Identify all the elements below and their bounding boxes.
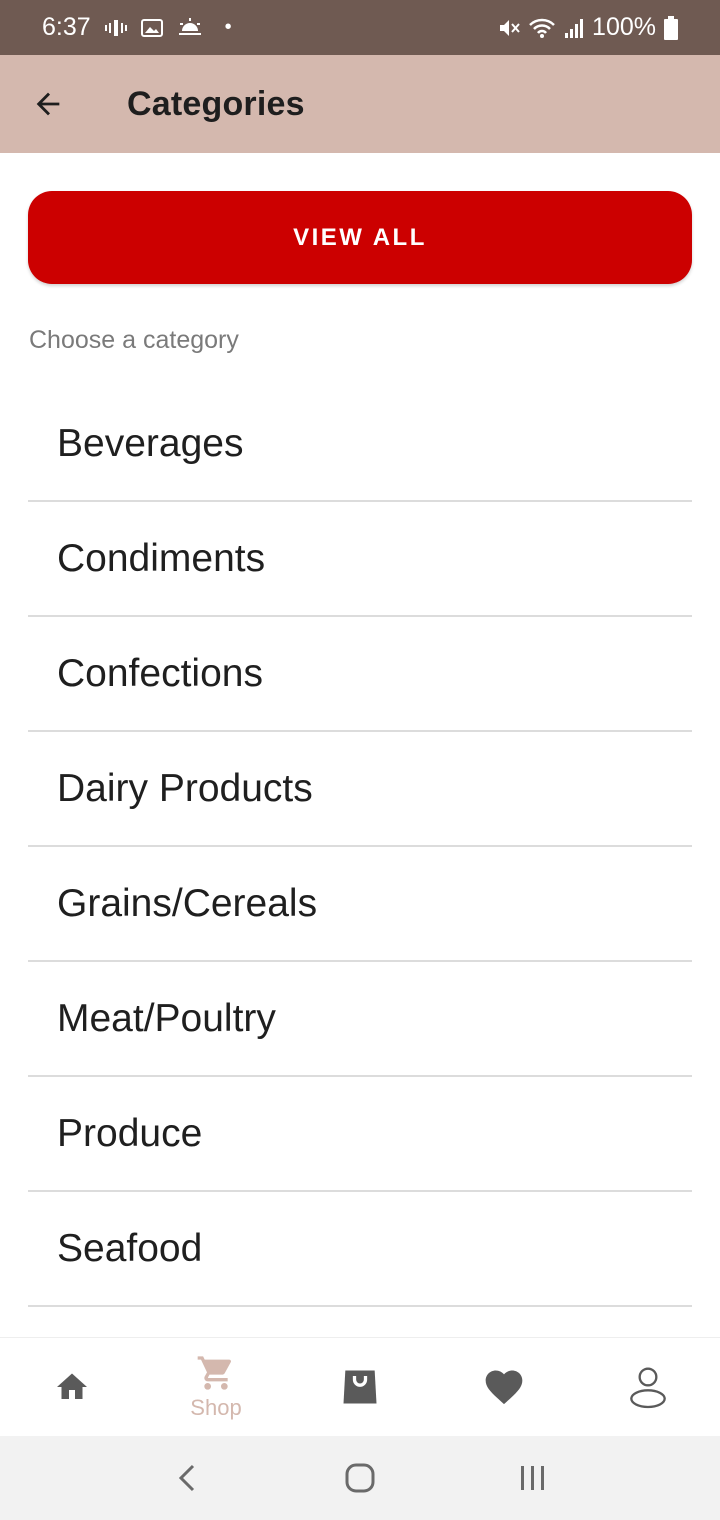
bottom-nav: Shop <box>0 1337 720 1436</box>
wifi-icon <box>528 17 556 39</box>
recents-icon <box>521 1466 545 1490</box>
nav-bag[interactable] <box>288 1338 432 1436</box>
nav-profile[interactable] <box>576 1338 720 1436</box>
system-home-button[interactable] <box>320 1448 400 1508</box>
category-item-grains-cereals[interactable]: Grains/Cereals <box>28 847 692 962</box>
home-circle-icon <box>345 1463 375 1493</box>
signal-icon <box>564 17 584 39</box>
status-time: 6:37 <box>42 13 91 41</box>
weather-icon <box>177 17 203 38</box>
chevron-left-icon <box>178 1464 194 1492</box>
cart-icon <box>197 1356 232 1390</box>
gallery-icon <box>140 18 163 38</box>
category-item-produce[interactable]: Produce <box>28 1077 692 1192</box>
app-bar: Categories <box>0 55 720 153</box>
vibration-icon <box>104 18 127 38</box>
view-all-button[interactable]: VIEW ALL <box>28 191 692 284</box>
nav-shop-label: Shop <box>190 1395 242 1420</box>
system-nav-bar <box>0 1436 720 1520</box>
notification-dot-icon: • <box>224 16 232 38</box>
page-title: Categories <box>127 84 305 123</box>
nav-favorites[interactable] <box>432 1338 576 1436</box>
back-button[interactable] <box>13 69 83 139</box>
category-item-beverages[interactable]: Beverages <box>28 387 692 502</box>
choose-category-label: Choose a category <box>29 326 239 354</box>
arrow-left-icon <box>36 92 60 116</box>
category-item-meat-poultry[interactable]: Meat/Poultry <box>28 962 692 1077</box>
category-list: Beverages Condiments Confections Dairy P… <box>28 387 692 1307</box>
system-back-button[interactable] <box>147 1448 227 1508</box>
category-item-confections[interactable]: Confections <box>28 617 692 732</box>
category-item-dairy-products[interactable]: Dairy Products <box>28 732 692 847</box>
user-icon <box>630 1367 666 1409</box>
home-icon <box>57 1373 87 1399</box>
category-item-seafood[interactable]: Seafood <box>28 1192 692 1307</box>
system-recents-button[interactable] <box>493 1448 573 1508</box>
nav-shop[interactable]: Shop <box>144 1338 288 1436</box>
status-bar: 6:37 • 100% <box>0 0 720 55</box>
category-item-condiments[interactable]: Condiments <box>28 502 692 617</box>
nav-home[interactable] <box>0 1338 144 1436</box>
battery-icon <box>664 15 678 40</box>
shopping-bag-icon <box>343 1370 377 1404</box>
heart-icon <box>485 1370 523 1405</box>
battery-percent: 100% <box>592 13 656 41</box>
mute-icon <box>498 17 520 39</box>
